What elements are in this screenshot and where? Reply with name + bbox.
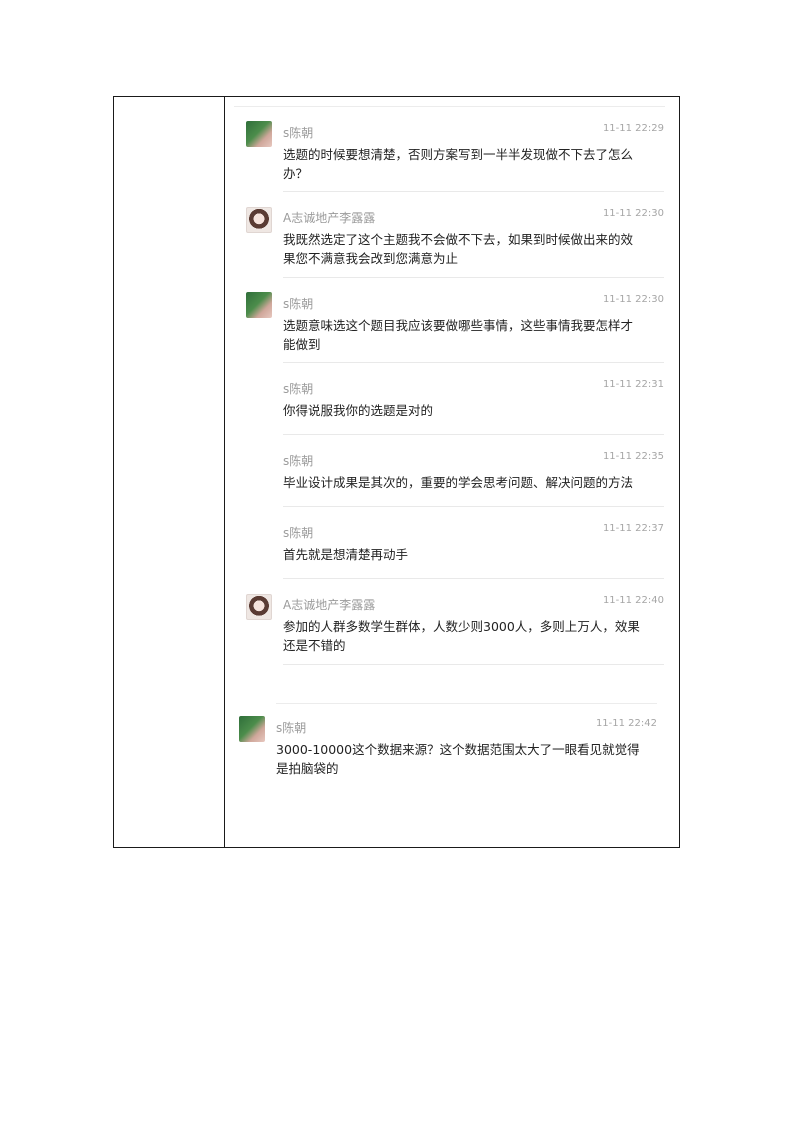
- chat-top-separator: [234, 106, 665, 107]
- message-line: 首先就是想清楚再动手: [283, 547, 409, 562]
- message-line: 是拍脑袋的: [276, 761, 339, 776]
- message-text: 首先就是想清楚再动手: [283, 545, 408, 564]
- message-text: 参加的人群多数学生群体，人数少则3000人，多则上万人，效果 还是不错的: [283, 617, 640, 655]
- sender-name: A志诚地产李露露: [283, 598, 376, 612]
- message-time: 11-11 22:31: [602, 379, 664, 390]
- message-time: 11-11 22:40: [602, 595, 664, 606]
- message-separator: [283, 664, 664, 665]
- message-line: 果您不满意我会改到您满意为止: [283, 251, 459, 266]
- message-line: 我既然选定了这个主题我不会做不下去，如果到时候做出来的效: [283, 232, 634, 247]
- message-line: 参加的人群多数学生群体，人数少则3000人，多则上万人，效果: [283, 619, 640, 634]
- message-time: 11-11 22:30: [602, 208, 664, 219]
- message-separator: [283, 277, 664, 278]
- table-column-divider: [224, 97, 225, 847]
- message-time: 11-11 22:42: [595, 718, 657, 729]
- sender-name: s陈朝: [283, 526, 314, 540]
- message-time: 11-11 22:29: [602, 123, 664, 134]
- message-time: 11-11 22:35: [602, 451, 664, 462]
- message-line: 还是不错的: [283, 638, 346, 653]
- user-avatar: [246, 207, 272, 233]
- message-separator: [276, 703, 657, 704]
- message-separator: [283, 434, 664, 435]
- message-text: 3000-10000这个数据来源？这个数据范围太大了一眼看见就觉得 是拍脑袋的: [276, 740, 640, 778]
- message-separator: [283, 191, 664, 192]
- message-time: 11-11 22:30: [602, 294, 664, 305]
- message-line: 能做到: [283, 337, 321, 352]
- user-avatar: [246, 292, 272, 318]
- message-text: 我既然选定了这个主题我不会做不下去，如果到时候做出来的效 果您不满意我会改到您满…: [283, 230, 633, 268]
- message-text: 你得说服我你的选题是对的: [283, 401, 433, 420]
- message-line: 毕业设计成果是其次的，重要的学会思考问题、解决问题的方法: [283, 475, 634, 490]
- message-separator: [283, 578, 664, 579]
- user-avatar: [239, 716, 265, 742]
- document-table: [113, 96, 680, 848]
- message-separator: [283, 506, 664, 507]
- sender-name: s陈朝: [276, 721, 307, 735]
- sender-name: s陈朝: [283, 454, 314, 468]
- message-separator: [283, 362, 664, 363]
- sender-name: s陈朝: [283, 297, 314, 311]
- message-text: 选题意味选这个题目我应该要做哪些事情，这些事情我要怎样才 能做到: [283, 316, 633, 354]
- message-line: 你得说服我你的选题是对的: [283, 403, 434, 418]
- sender-name: s陈朝: [283, 126, 314, 140]
- message-line: 选题意味选这个题目我应该要做哪些事情，这些事情我要怎样才: [283, 318, 634, 333]
- sender-name: A志诚地产李露露: [283, 211, 376, 225]
- message-text: 毕业设计成果是其次的，重要的学会思考问题、解决问题的方法: [283, 473, 633, 492]
- message-text: 选题的时候要想清楚，否则方案写到一半半发现做不下去了怎么 办？: [283, 145, 633, 183]
- message-line: 选题的时候要想清楚，否则方案写到一半半发现做不下去了怎么: [283, 147, 634, 162]
- message-line: 办？: [283, 166, 309, 181]
- user-avatar: [246, 594, 272, 620]
- message-time: 11-11 22:37: [602, 523, 664, 534]
- sender-name: s陈朝: [283, 382, 314, 396]
- message-line: 3000-10000这个数据来源？这个数据范围太大了一眼看见就觉得: [276, 742, 640, 757]
- user-avatar: [246, 121, 272, 147]
